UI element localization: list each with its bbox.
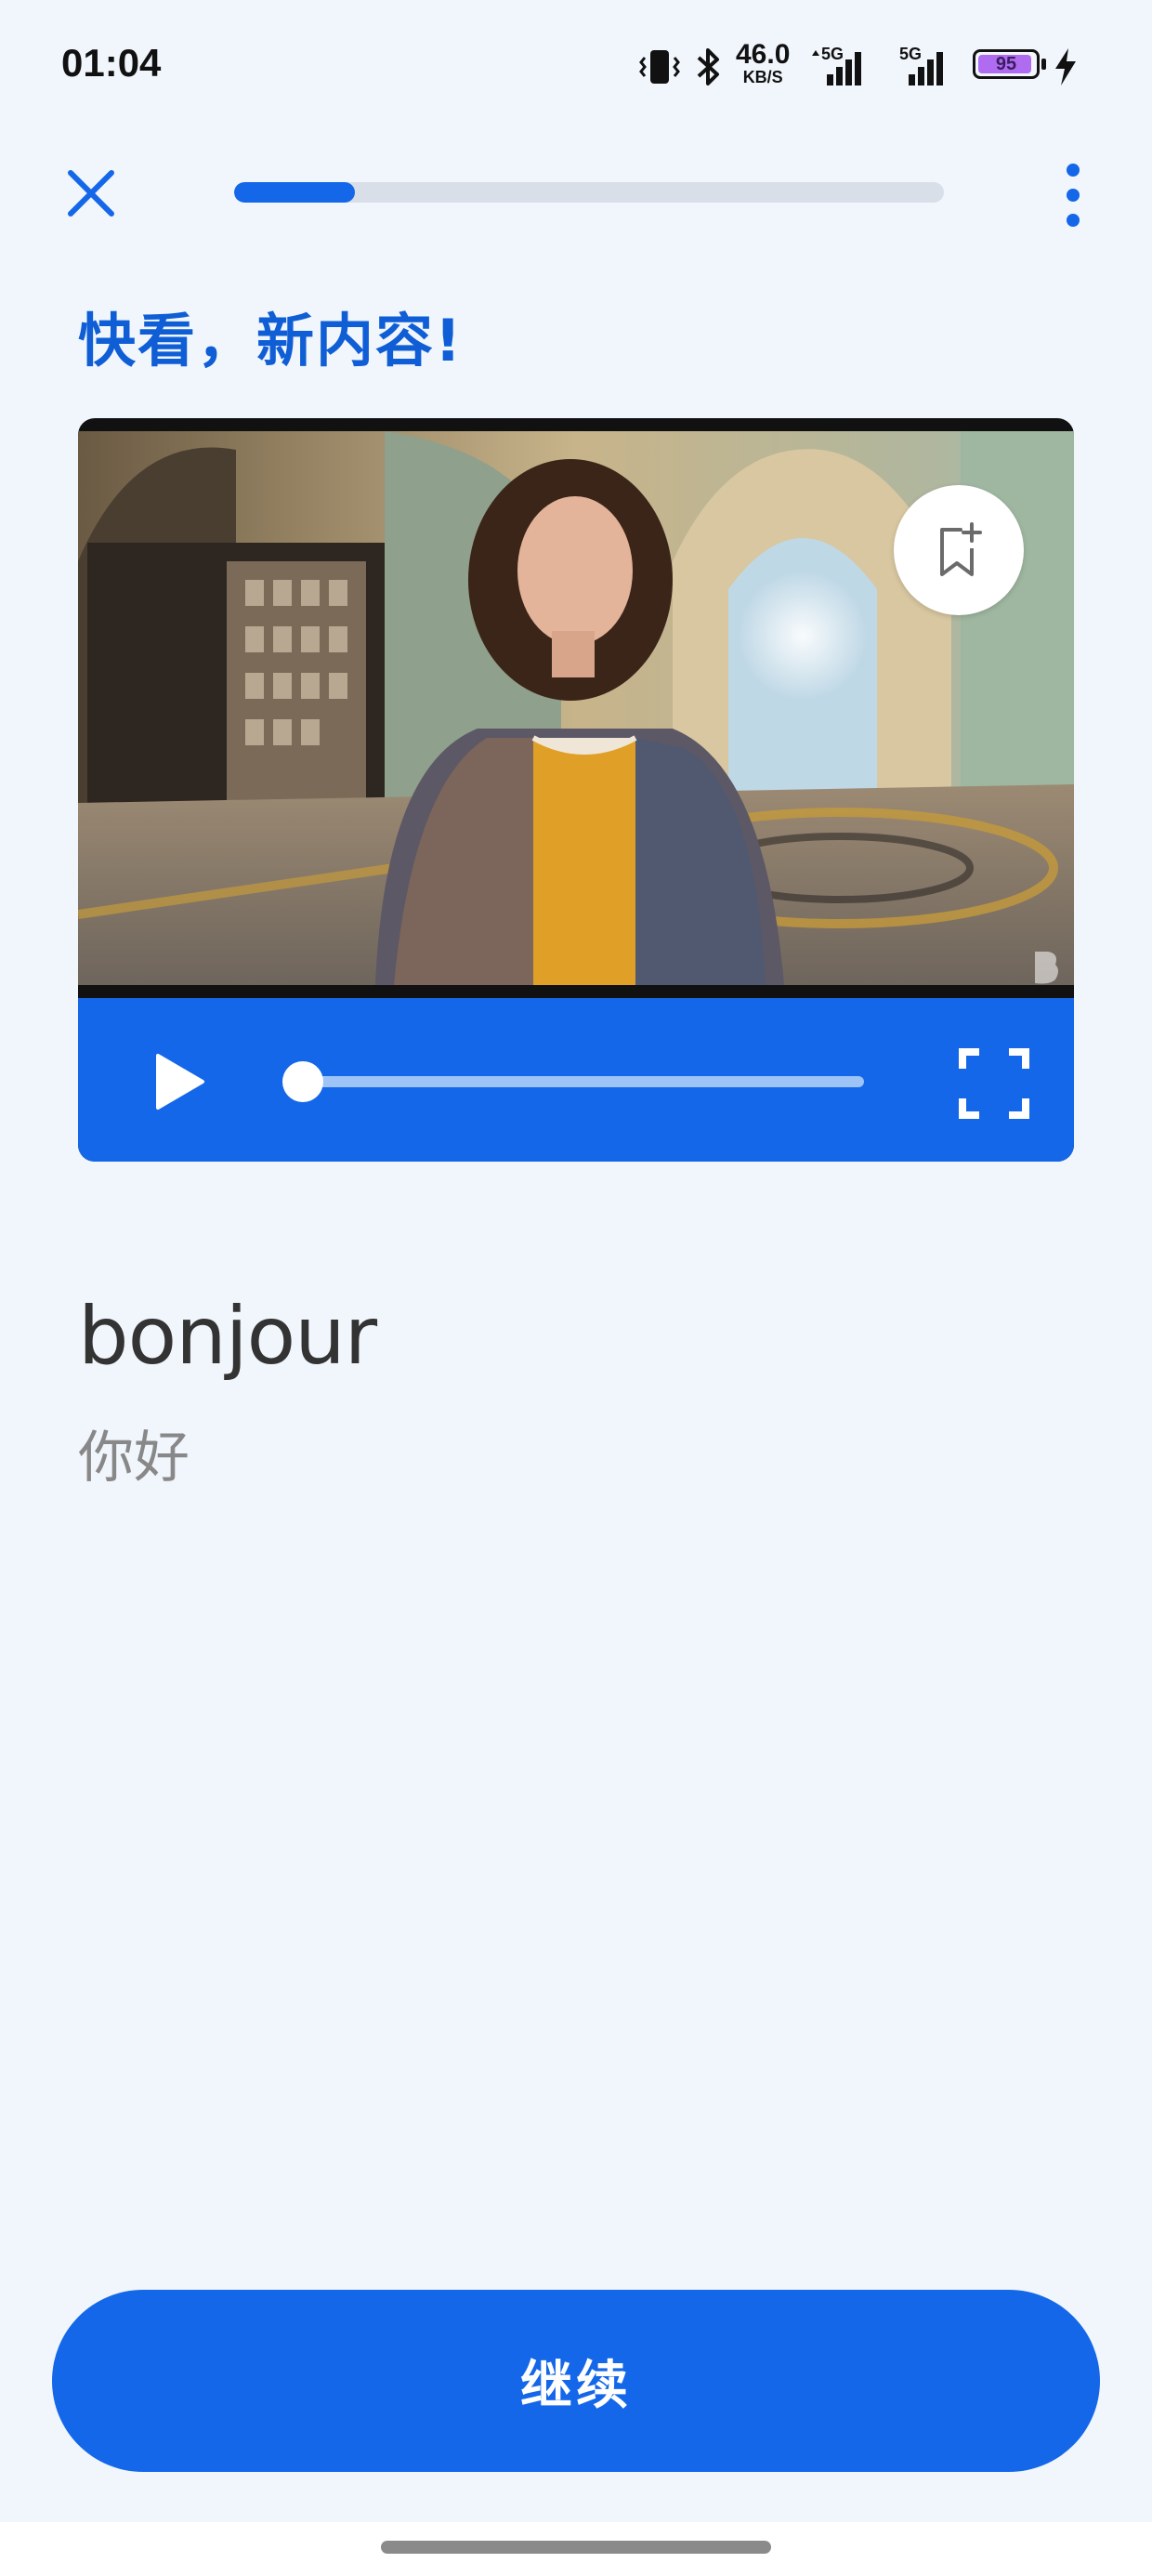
vibrate-icon [639,50,680,84]
close-icon [68,170,114,217]
network-rate-unit: KB/S [742,68,783,86]
lesson-progress-bar [234,182,944,203]
close-button[interactable] [58,160,124,227]
battery-icon: 95 [973,49,1040,79]
play-button[interactable] [145,1048,212,1115]
signal-icon [909,52,943,85]
video-controls [78,998,1074,1162]
battery-level: 95 [995,54,1017,74]
home-indicator[interactable] [381,2541,771,2554]
fullscreen-icon [959,1048,1029,1119]
more-vertical-icon-dot [1067,189,1080,202]
brand-watermark-icon [1035,952,1058,984]
battery-cap [1041,59,1046,70]
more-options-button[interactable] [1059,158,1087,232]
lesson-progress-fill [234,182,355,203]
fullscreen-button[interactable] [957,1046,1031,1121]
vocab-word: bonjour [78,1290,377,1383]
video-seek-bar[interactable] [303,1076,864,1087]
video-player [78,418,1074,1162]
video-seek-thumb[interactable] [282,1061,323,1102]
status-icons: 46.0 KB/S 5G 5G 95 [632,37,1096,102]
bookmark-add-icon [940,522,982,576]
more-vertical-icon [1067,164,1080,177]
more-vertical-icon-dot [1067,214,1080,227]
bluetooth-icon [697,48,719,85]
status-time: 01:04 [61,41,162,85]
network-rate: 46.0 KB/S [736,39,791,86]
network-rate-value: 46.0 [736,39,791,70]
signal-icon [812,50,861,85]
continue-button[interactable]: 继续 [52,2290,1100,2472]
vocab-translation: 你好 [78,1426,190,1491]
play-icon [156,1054,204,1110]
video-frame[interactable] [78,431,1074,985]
charging-icon [1055,48,1076,85]
page-title: 快看，新内容! [78,307,464,375]
bookmark-add-button[interactable] [894,485,1024,615]
